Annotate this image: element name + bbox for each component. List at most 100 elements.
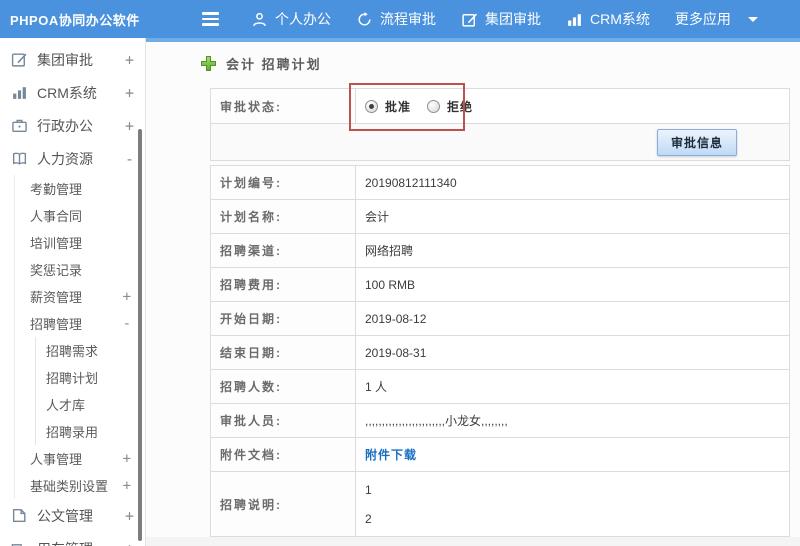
- sidebar-item-label: 人事合同: [30, 209, 83, 224]
- nav-label: 更多应用: [674, 11, 731, 27]
- nav-label: 流程审批: [380, 11, 436, 27]
- top-header: PHPOA协同办公软件 个人办公 流程审批 集团审批 CRM系统 更多应用: [0, 0, 800, 38]
- bottom-strip: [146, 537, 800, 546]
- plan-detail-table: 计划编号: 20190812111340 计划名称: 会计 招聘渠道: 网络招聘…: [210, 165, 790, 537]
- nav-label: 个人办公: [275, 11, 331, 27]
- row-label: 招聘说明:: [211, 472, 356, 536]
- expand-plus-icon[interactable]: +: [125, 540, 134, 546]
- sidebar-item-group-approval[interactable]: 集团审批 +: [0, 43, 145, 76]
- sidebar-item-label: 基础类别设置: [30, 479, 109, 494]
- sidebar-item-recruit-hire[interactable]: 招聘录用: [36, 418, 145, 445]
- sidebar-item-personnel[interactable]: 人事管理 +: [15, 445, 145, 472]
- row-label: 招聘人数:: [211, 370, 356, 403]
- table-row-description: 招聘说明: 1 2: [211, 472, 789, 537]
- description-line: 1: [365, 482, 372, 497]
- sidebar-item-salary[interactable]: 薪资管理 +: [15, 283, 145, 310]
- expand-plus-icon[interactable]: +: [123, 478, 131, 494]
- sidebar-item-hr-contract[interactable]: 人事合同: [15, 202, 145, 229]
- radio-approve[interactable]: [365, 99, 378, 113]
- table-row-approvers: 审批人员: ,,,,,,,,,,,,,,,,,,,,,,,,小龙女,,,,,,,…: [211, 404, 789, 438]
- hr-submenu: 考勤管理 人事合同 培训管理 奖惩记录 薪资管理 + 招聘管理 - 招聘需求 招…: [14, 175, 145, 499]
- top-nav: 个人办公 流程审批 集团审批 CRM系统 更多应用: [251, 9, 758, 29]
- nav-group-approval[interactable]: 集团审批: [461, 9, 541, 29]
- truck-icon: [11, 540, 28, 546]
- expand-plus-icon[interactable]: +: [125, 84, 134, 102]
- sidebar-item-recruit-demand[interactable]: 招聘需求: [36, 337, 145, 364]
- collapse-minus-icon[interactable]: -: [123, 316, 131, 332]
- expand-plus-icon[interactable]: +: [123, 451, 131, 467]
- sidebar-item-recruitment[interactable]: 招聘管理 -: [15, 310, 145, 337]
- sidebar-item-hr[interactable]: 人力资源 -: [0, 142, 145, 175]
- user-icon: [251, 11, 268, 28]
- nav-personal-office[interactable]: 个人办公: [251, 9, 331, 29]
- sidebar-item-crm[interactable]: CRM系统 +: [0, 76, 145, 109]
- recruitment-submenu: 招聘需求 招聘计划 人才库 招聘录用: [35, 337, 145, 445]
- sidebar-item-vehicle-mgmt[interactable]: 用车管理 +: [0, 532, 145, 546]
- menu-toggle-icon[interactable]: [202, 12, 219, 26]
- sidebar-item-label: 薪资管理: [30, 290, 83, 305]
- briefcase-icon: [11, 117, 28, 134]
- expand-plus-icon[interactable]: +: [125, 51, 134, 69]
- sidebar-item-training[interactable]: 培训管理: [15, 229, 145, 256]
- sidebar-item-label: 人力资源: [37, 150, 93, 167]
- sidebar-item-attendance[interactable]: 考勤管理: [15, 175, 145, 202]
- table-row-plan-number: 计划编号: 20190812111340: [211, 166, 789, 200]
- sidebar-item-label: 奖惩记录: [30, 263, 83, 278]
- table-row-recruit-cost: 招聘费用: 100 RMB: [211, 268, 789, 302]
- sidebar-item-label: 招聘计划: [46, 371, 99, 386]
- sidebar-item-base-category[interactable]: 基础类别设置 +: [15, 472, 145, 499]
- table-row-end-date: 结束日期: 2019-08-31: [211, 336, 789, 370]
- sidebar-item-label: 公文管理: [37, 507, 93, 524]
- row-value: 1 人: [365, 380, 388, 394]
- row-value: 2019-08-12: [365, 311, 427, 326]
- sidebar-item-label: 人才库: [46, 398, 86, 413]
- add-icon: [200, 55, 217, 72]
- radio-reject[interactable]: [427, 99, 441, 113]
- radio-reject-label: 拒绝: [447, 99, 474, 114]
- table-row-start-date: 开始日期: 2019-08-12: [211, 302, 789, 336]
- nav-workflow-approval[interactable]: 流程审批: [356, 9, 436, 29]
- app-logo: PHPOA协同办公软件: [10, 12, 140, 28]
- history-icon: [356, 11, 373, 28]
- sidebar-item-admin-office[interactable]: 行政办公 +: [0, 109, 145, 142]
- table-row-headcount: 招聘人数: 1 人: [211, 370, 789, 404]
- row-label: 招聘费用:: [211, 268, 356, 301]
- row-value: 1 2: [356, 472, 789, 536]
- row-label: 审批人员:: [211, 404, 356, 437]
- caret-down-icon: [747, 16, 758, 22]
- sidebar: 集团审批 + CRM系统 + 行政办公 + 人力资源 - 考勤管理 人事合同 培…: [0, 38, 146, 546]
- edit-icon: [461, 11, 478, 28]
- row-value: ,,,,,,,,,,,,,,,,,,,,,,,,小龙女,,,,,,,,: [365, 414, 508, 428]
- bar-chart-icon: [11, 84, 28, 101]
- expand-plus-icon[interactable]: +: [125, 117, 134, 135]
- expand-plus-icon[interactable]: +: [125, 507, 134, 525]
- nav-more-apps[interactable]: 更多应用: [675, 9, 758, 29]
- sidebar-item-label: 集团审批: [37, 51, 93, 68]
- row-label: 开始日期:: [211, 302, 356, 335]
- approval-button-row: 审批信息: [211, 124, 789, 161]
- approval-info-button[interactable]: 审批信息: [656, 128, 737, 156]
- nav-crm[interactable]: CRM系统: [566, 9, 650, 29]
- sidebar-scrollbar[interactable]: [138, 129, 142, 541]
- expand-plus-icon[interactable]: +: [123, 289, 131, 305]
- approval-status-value: 批准 拒绝: [356, 89, 789, 123]
- description-line: 2: [365, 511, 372, 526]
- book-icon: [11, 150, 28, 167]
- row-value: 会计: [365, 210, 390, 224]
- sidebar-item-label: 人事管理: [30, 452, 83, 467]
- main-content: 会计 招聘计划 审批状态: 批准 拒绝 审批信息 计划编号: 201908121…: [146, 38, 800, 546]
- page-title: 会计 招聘计划: [226, 57, 322, 72]
- collapse-minus-icon[interactable]: -: [125, 150, 134, 168]
- row-label: 结束日期:: [211, 336, 356, 369]
- sidebar-item-reward-punishment[interactable]: 奖惩记录: [15, 256, 145, 283]
- row-value: 附件下载: [356, 438, 789, 471]
- sidebar-item-recruit-plan[interactable]: 招聘计划: [36, 364, 145, 391]
- sidebar-item-label: 招聘管理: [30, 317, 83, 332]
- sidebar-item-talent-pool[interactable]: 人才库: [36, 391, 145, 418]
- sidebar-item-label: 行政办公: [37, 117, 93, 134]
- nav-label: 集团审批: [485, 11, 541, 27]
- row-value: 2019-08-31: [365, 345, 427, 360]
- attachment-download-link[interactable]: 附件下载: [365, 446, 417, 463]
- sidebar-item-document-mgmt[interactable]: 公文管理 +: [0, 499, 145, 532]
- sidebar-item-label: 招聘录用: [46, 425, 99, 440]
